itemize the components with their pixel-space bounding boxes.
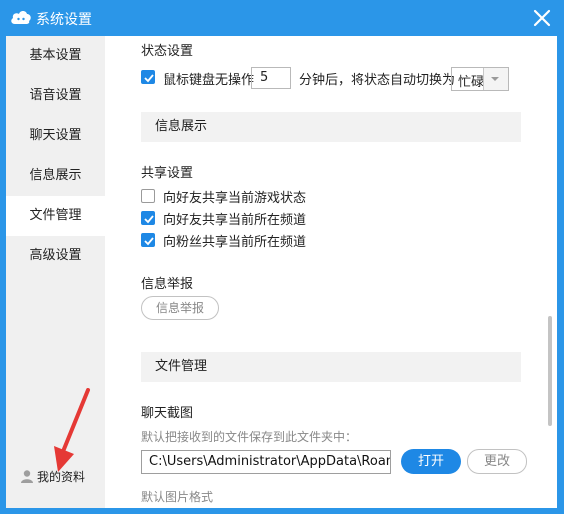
sidebar-item-voice[interactable]: 语音设置 <box>6 76 105 116</box>
annotation-arrow-icon <box>54 388 90 472</box>
my-profile-link[interactable]: 我的资料 <box>20 466 85 486</box>
change-folder-button[interactable]: 更改 <box>467 449 527 474</box>
info-display-section-title: 信息展示 <box>141 112 521 142</box>
idle-status-checkbox[interactable] <box>141 70 155 84</box>
content-area: 基本设置 语音设置 聊天设置 信息展示 文件管理 高级设置 我的资料 状态设置 <box>6 36 557 508</box>
status-settings-heading: 状态设置 <box>141 44 194 59</box>
image-format-heading: 默认图片格式 <box>141 490 214 504</box>
vertical-scrollbar[interactable] <box>548 316 552 426</box>
user-icon <box>21 470 33 483</box>
status-dropdown-button[interactable] <box>483 68 508 90</box>
sidebar-item-advanced[interactable]: 高级设置 <box>6 236 105 276</box>
share-game-status-label: 向好友共享当前游戏状态 <box>163 191 307 206</box>
sidebar-item-info-display[interactable]: 信息展示 <box>6 156 105 196</box>
close-icon[interactable] <box>530 6 554 30</box>
share-channel-friends-checkbox[interactable] <box>141 211 155 225</box>
my-profile-label: 我的资料 <box>37 469 86 484</box>
report-heading: 信息举报 <box>141 277 194 292</box>
checkmark-icon <box>144 215 154 224</box>
sidebar-item-file-management[interactable]: 文件管理 <box>6 196 105 236</box>
status-select-value: 忙碌 <box>458 75 485 90</box>
sidebar-item-chat[interactable]: 聊天设置 <box>6 116 105 156</box>
share-channel-friends-label: 向好友共享当前所在频道 <box>163 213 307 228</box>
checkmark-icon <box>144 237 154 246</box>
chat-screenshot-heading: 聊天截图 <box>141 406 194 421</box>
settings-panel: 状态设置 鼠标键盘无操作 5 分钟后，将状态自动切换为 忙碌 信息展示 共享设置… <box>105 36 557 508</box>
idle-minutes-input[interactable]: 5 <box>251 67 291 89</box>
status-select[interactable]: 忙碌 <box>451 67 509 91</box>
window-title: 系统设置 <box>36 12 92 28</box>
open-folder-button[interactable]: 打开 <box>401 449 461 474</box>
save-folder-path-field[interactable]: C:\Users\Administrator\AppData\Roaming <box>141 450 391 474</box>
idle-label: 鼠标键盘无操作 <box>163 73 255 88</box>
settings-window: 系统设置 基本设置 语音设置 聊天设置 信息展示 文件管理 高级设置 我的资料 <box>0 0 564 514</box>
save-folder-description: 默认把接收到的文件保存到此文件夹中： <box>141 430 358 444</box>
chevron-down-icon <box>491 77 499 81</box>
share-game-status-checkbox[interactable] <box>141 189 155 203</box>
share-channel-fans-label: 向粉丝共享当前所在频道 <box>163 235 307 250</box>
idle-switch-label: 分钟后，将状态自动切换为 <box>299 73 456 88</box>
share-channel-fans-checkbox[interactable] <box>141 233 155 247</box>
sidebar-item-basic[interactable]: 基本设置 <box>6 36 105 76</box>
title-bar: 系统设置 <box>0 0 564 36</box>
checkmark-icon <box>144 74 154 83</box>
report-button[interactable]: 信息举报 <box>141 296 219 320</box>
cloud-logo-icon <box>11 11 31 24</box>
sidebar: 基本设置 语音设置 聊天设置 信息展示 文件管理 高级设置 我的资料 <box>6 36 105 508</box>
file-management-section-title: 文件管理 <box>141 352 521 382</box>
share-settings-heading: 共享设置 <box>141 166 194 181</box>
